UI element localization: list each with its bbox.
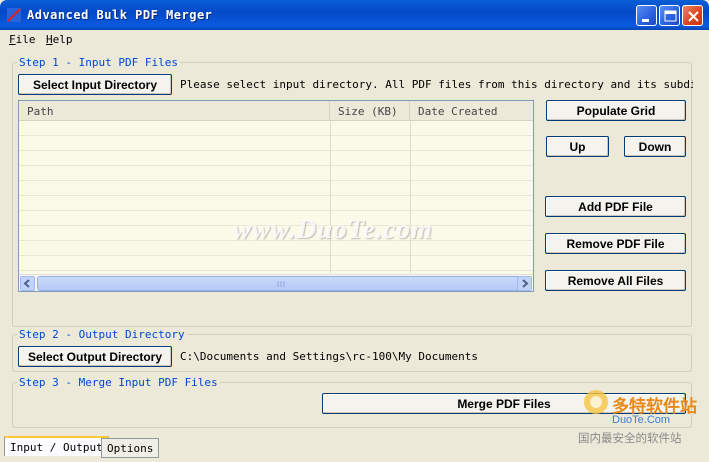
grid-body[interactable]	[19, 121, 533, 273]
grid-divider	[410, 121, 411, 273]
file-grid[interactable]: Path Size (KB) Date Created	[18, 100, 534, 292]
remove-pdf-file-button[interactable]: Remove PDF File	[545, 233, 686, 254]
up-button[interactable]: Up	[546, 136, 609, 157]
step2-legend: Step 2 - Output Directory	[17, 328, 187, 341]
column-path[interactable]: Path	[19, 101, 330, 121]
remove-all-files-button[interactable]: Remove All Files	[545, 270, 686, 291]
scroll-left-button[interactable]	[20, 276, 35, 291]
column-date-created[interactable]: Date Created	[410, 101, 533, 121]
tab-input-output[interactable]: Input / Output	[4, 436, 109, 456]
horizontal-scrollbar[interactable]	[19, 274, 533, 291]
input-hint-text: Please select input directory. All PDF f…	[180, 78, 693, 91]
title-bar: Advanced Bulk PDF Merger	[0, 0, 709, 30]
brand-name-en: DuoTe.Com	[612, 414, 671, 426]
column-size[interactable]: Size (KB)	[330, 101, 410, 121]
maximize-button[interactable]	[659, 5, 680, 26]
arrow-left-icon	[23, 279, 30, 288]
grip-icon	[277, 281, 285, 287]
window-title: Advanced Bulk PDF Merger	[27, 8, 213, 22]
minimize-button[interactable]	[636, 5, 657, 26]
add-pdf-file-button[interactable]: Add PDF File	[545, 196, 686, 217]
scroll-thumb[interactable]	[37, 276, 525, 291]
populate-grid-button[interactable]: Populate Grid	[546, 100, 686, 121]
arrow-right-icon	[522, 279, 529, 288]
menu-bar: File Help	[0, 30, 709, 50]
pdf-app-icon	[7, 8, 21, 22]
brand-tagline: 国内最安全的软件站	[578, 431, 682, 445]
maximize-icon	[664, 10, 677, 22]
step1-legend: Step 1 - Input PDF Files	[17, 56, 180, 69]
menu-help[interactable]: Help	[46, 33, 73, 46]
tab-options[interactable]: Options	[101, 438, 160, 458]
minimize-icon	[642, 19, 649, 22]
grid-divider	[330, 121, 331, 273]
output-path-text: C:\Documents and Settings\rc-100\My Docu…	[180, 350, 479, 363]
watermark-text: www.DuoTe.com	[233, 214, 434, 244]
grid-header: Path Size (KB) Date Created	[19, 101, 533, 121]
step3-legend: Step 3 - Merge Input PDF Files	[17, 376, 220, 389]
menu-file[interactable]: File	[9, 33, 36, 46]
select-input-directory-button[interactable]: Select Input Directory	[18, 74, 172, 95]
close-icon	[688, 11, 699, 22]
down-button[interactable]: Down	[624, 136, 686, 157]
close-button[interactable]	[682, 5, 703, 26]
scroll-right-button[interactable]	[517, 276, 532, 291]
select-output-directory-button[interactable]: Select Output Directory	[18, 346, 172, 367]
